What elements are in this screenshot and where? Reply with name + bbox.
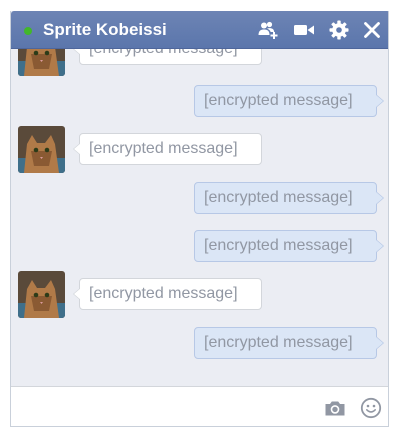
message-text: [encrypted message] bbox=[204, 189, 353, 206]
message-text: [encrypted message] bbox=[89, 49, 238, 57]
chat-titlebar[interactable]: Sprite Kobeissi bbox=[11, 11, 388, 49]
outgoing-message-bubble[interactable]: [encrypted message] bbox=[194, 230, 384, 262]
contact-avatar[interactable] bbox=[18, 49, 65, 76]
outgoing-message-bubble[interactable]: [encrypted message] bbox=[194, 85, 384, 117]
message-text: [encrypted message] bbox=[204, 92, 353, 109]
chat-window: Sprite Kobeissi [encrypted message] [enc… bbox=[10, 11, 389, 427]
message-text: [encrypted message] bbox=[204, 334, 353, 351]
incoming-message-bubble[interactable]: [encrypted message] bbox=[73, 49, 262, 65]
incoming-message-bubble[interactable]: [encrypted message] bbox=[73, 133, 262, 165]
emoji-icon[interactable] bbox=[360, 397, 382, 419]
contact-avatar[interactable] bbox=[18, 271, 65, 318]
message-list[interactable]: [encrypted message] [encrypted message] … bbox=[11, 49, 388, 386]
message-text: [encrypted message] bbox=[89, 285, 238, 302]
incoming-message-bubble[interactable]: [encrypted message] bbox=[73, 278, 262, 310]
contact-name[interactable]: Sprite Kobeissi bbox=[43, 20, 167, 40]
outgoing-message-bubble[interactable]: [encrypted message] bbox=[194, 327, 384, 359]
close-icon[interactable] bbox=[362, 20, 382, 40]
camera-icon[interactable] bbox=[324, 397, 346, 419]
outgoing-message-bubble[interactable]: [encrypted message] bbox=[194, 182, 384, 214]
message-input[interactable] bbox=[17, 393, 321, 423]
message-composer bbox=[11, 386, 388, 426]
add-friend-icon[interactable] bbox=[258, 20, 278, 40]
contact-avatar[interactable] bbox=[18, 126, 65, 173]
message-text: [encrypted message] bbox=[89, 140, 238, 157]
gear-icon[interactable] bbox=[329, 20, 349, 40]
video-call-icon[interactable] bbox=[293, 20, 314, 40]
online-status-dot bbox=[24, 27, 32, 35]
message-text: [encrypted message] bbox=[204, 237, 353, 254]
